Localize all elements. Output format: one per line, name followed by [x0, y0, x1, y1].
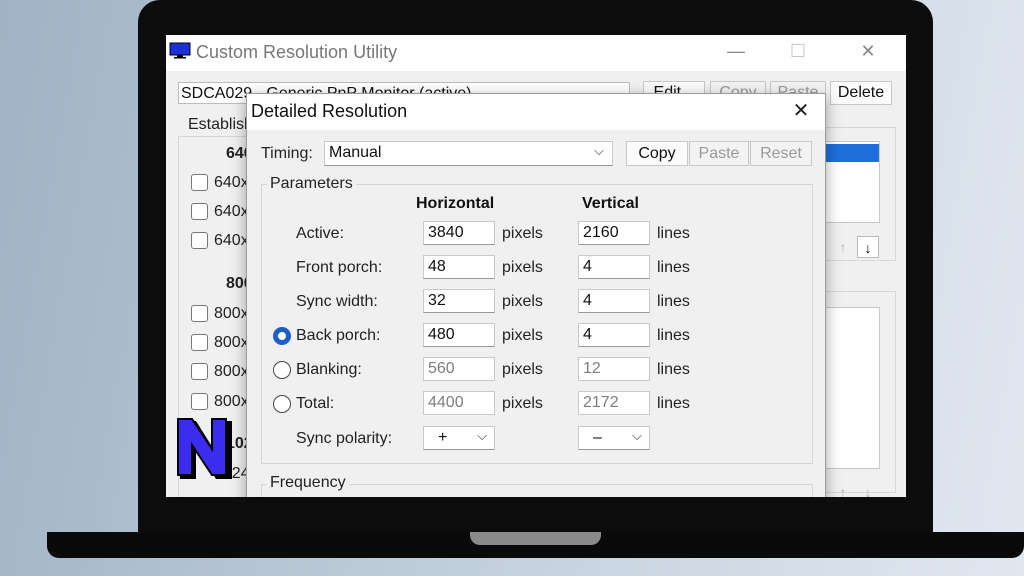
laptop-screen: Custom Resolution Utility — ☐ ✕ SDCA029 … — [166, 35, 906, 497]
frequency-label: Frequency — [267, 474, 349, 492]
resolution-label: 800x — [214, 363, 249, 380]
blanking-radio[interactable] — [273, 361, 291, 379]
delete-monitor-button[interactable]: Delete — [830, 81, 892, 105]
timing-label: Timing: — [261, 145, 313, 162]
dialog-close-button[interactable]: ✕ — [787, 98, 815, 124]
resolution-checkbox[interactable] — [191, 363, 208, 380]
h-front-porch-input[interactable]: 48 — [423, 255, 495, 279]
v-sync-polarity-value: – — [593, 429, 602, 446]
sync-width-label: Sync width: — [296, 293, 378, 310]
blanking-label: Blanking: — [296, 361, 362, 378]
back-porch-radio[interactable] — [273, 327, 291, 345]
chevron-down-icon: ⌵ — [594, 143, 604, 158]
paste-timing-button[interactable]: Paste — [689, 141, 749, 166]
h-back-porch-input[interactable]: 480 — [423, 323, 495, 347]
laptop-notch — [470, 532, 601, 545]
move-down-icon[interactable]: ↓ — [857, 236, 879, 258]
unit-pixels: pixels — [502, 293, 543, 310]
resolution-label: 800x — [214, 334, 249, 351]
sync-polarity-label: Sync polarity: — [296, 430, 393, 447]
h-sync-polarity-value: + — [438, 429, 448, 446]
total-radio[interactable] — [273, 395, 291, 413]
dialog-title: Detailed Resolution — [251, 101, 408, 121]
resolution-label: 640x — [214, 232, 249, 249]
chevron-down-icon: ⌵ — [477, 428, 487, 443]
minimize-button[interactable]: — — [722, 39, 750, 63]
resolution-checkbox[interactable] — [191, 174, 208, 191]
move-up-icon[interactable]: ↑ — [832, 236, 854, 258]
unit-lines: lines — [657, 225, 690, 242]
main-window-titlebar: Custom Resolution Utility — ☐ ✕ — [166, 35, 906, 71]
maximize-button[interactable]: ☐ — [784, 39, 812, 63]
h-active-input[interactable]: 3840 — [423, 221, 495, 245]
unit-lines: lines — [657, 361, 690, 378]
parameters-label: Parameters — [267, 175, 356, 193]
resolution-checkbox[interactable] — [191, 232, 208, 249]
v-blanking-input[interactable]: 12 — [578, 357, 650, 381]
move-down-icon[interactable]: ↓ — [857, 481, 879, 497]
resolution-label: 800x — [214, 305, 249, 322]
v-sync-polarity-select[interactable]: – ⌵ — [578, 426, 650, 450]
detailed-resolution-dialog: Detailed Resolution ✕ Timing: Manual ⌵ C… — [246, 93, 826, 497]
copy-timing-button[interactable]: Copy — [626, 141, 688, 166]
v-sync-width-input[interactable]: 4 — [578, 289, 650, 313]
unit-lines: lines — [657, 395, 690, 412]
h-sync-polarity-select[interactable]: + ⌵ — [423, 426, 495, 450]
h-total-input[interactable]: 4400 — [423, 391, 495, 415]
unit-lines: lines — [657, 293, 690, 310]
close-window-button[interactable]: ✕ — [854, 39, 882, 63]
resolution-checkbox[interactable] — [191, 305, 208, 322]
selected-list-item[interactable] — [817, 144, 879, 162]
h-sync-width-input[interactable]: 32 — [423, 289, 495, 313]
horizontal-column-header: Horizontal — [416, 195, 495, 212]
resolution-label: 800x — [214, 393, 249, 410]
vertical-column-header: Vertical — [582, 195, 639, 212]
unit-pixels: pixels — [502, 361, 543, 378]
v-back-porch-input[interactable]: 4 — [578, 323, 650, 347]
back-porch-label: Back porch: — [296, 327, 381, 344]
active-label: Active: — [296, 225, 345, 242]
front-porch-label: Front porch: — [296, 259, 383, 276]
resolution-label: 640x — [214, 174, 249, 191]
timing-select[interactable]: Manual ⌵ — [324, 141, 613, 166]
timing-select-value: Manual — [329, 144, 382, 161]
total-label: Total: — [296, 395, 335, 412]
unit-pixels: pixels — [502, 259, 543, 276]
resolution-label: 640x — [214, 203, 249, 220]
unit-pixels: pixels — [502, 327, 543, 344]
reset-timing-button[interactable]: Reset — [750, 141, 812, 166]
established-resolutions-label: Establish — [188, 116, 253, 133]
dialog-titlebar: Detailed Resolution ✕ — [247, 94, 825, 130]
move-up-icon[interactable]: ↑ — [832, 481, 854, 497]
resolution-checkbox[interactable] — [191, 203, 208, 220]
resolution-checkbox[interactable] — [191, 393, 208, 410]
unit-lines: lines — [657, 327, 690, 344]
n-logo-watermark — [177, 418, 232, 479]
unit-pixels: pixels — [502, 395, 543, 412]
resolution-checkbox[interactable] — [191, 334, 208, 351]
v-total-input[interactable]: 2172 — [578, 391, 650, 415]
main-window-title: Custom Resolution Utility — [196, 42, 398, 62]
h-blanking-input[interactable]: 560 — [423, 357, 495, 381]
monitor-icon — [169, 42, 191, 59]
v-active-input[interactable]: 2160 — [578, 221, 650, 245]
v-front-porch-input[interactable]: 4 — [578, 255, 650, 279]
unit-lines: lines — [657, 259, 690, 276]
unit-pixels: pixels — [502, 225, 543, 242]
chevron-down-icon: ⌵ — [632, 428, 642, 443]
